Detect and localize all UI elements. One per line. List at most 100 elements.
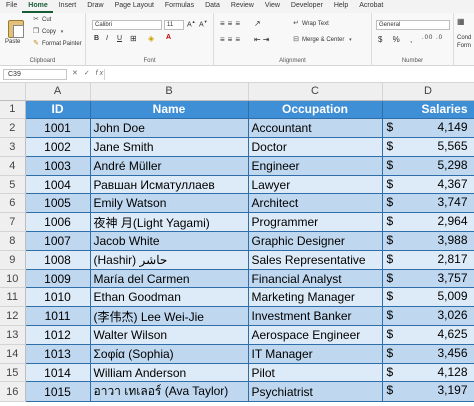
cell-salary[interactable]: $5,298 [381, 155, 474, 176]
column-header-b[interactable]: B [90, 83, 249, 101]
cell-occupation[interactable]: Marketing Manager [247, 287, 383, 308]
cell-name[interactable]: Jane Smith [89, 137, 249, 157]
row-number[interactable]: 2 [0, 118, 26, 139]
cell-id[interactable]: 1003 [24, 155, 91, 176]
copy-button[interactable]: ❐ Copy ▾ [32, 28, 66, 36]
cell-occupation[interactable]: IT Manager [247, 343, 383, 364]
cell-id[interactable]: 1011 [24, 306, 91, 327]
cell-name[interactable]: (李伟杰) Lee Wei-Jie [89, 306, 249, 327]
column-header-c[interactable]: C [248, 83, 383, 101]
conditional-formatting-label[interactable]: Cond [457, 35, 471, 41]
cell-salary[interactable]: $4,625 [381, 325, 474, 345]
cell-occupation[interactable]: Accountant [247, 118, 383, 139]
row-number[interactable]: 7 [0, 212, 26, 233]
row-number[interactable]: 15 [0, 363, 26, 383]
increase-font-icon[interactable]: A▲ [187, 19, 196, 28]
underline-button[interactable]: U [117, 35, 122, 42]
menu-item-home[interactable]: Home [22, 0, 53, 13]
cell-name[interactable]: Walter Wilson [89, 325, 249, 345]
name-box[interactable]: C39 [3, 69, 67, 80]
wrap-text-button[interactable]: ↵ Wrap Text [292, 20, 329, 28]
cell-id[interactable]: 1012 [24, 325, 91, 345]
cell-occupation[interactable]: Sales Representative [247, 249, 383, 270]
select-all-corner[interactable] [0, 83, 26, 101]
cell-id[interactable]: 1009 [24, 268, 91, 289]
merge-center-button[interactable]: ⊟ Merge & Center ▾ [292, 36, 354, 44]
row-number[interactable]: 10 [0, 269, 26, 289]
fill-color-icon[interactable]: ◈ [148, 34, 154, 43]
menu-item-view[interactable]: View [259, 0, 285, 13]
cell-id[interactable]: 1006 [24, 212, 91, 233]
menu-item-help[interactable]: Help [328, 0, 353, 13]
cell-salary[interactable]: $3,757 [381, 268, 474, 289]
cell-id[interactable]: 1008 [24, 249, 91, 270]
menu-item-acrobat[interactable]: Acrobat [353, 0, 388, 13]
cell-name[interactable]: Jacob White [89, 231, 249, 251]
row-number[interactable]: 4 [0, 156, 26, 176]
cell-name[interactable]: อาวา เทเลอร์ (Ava Taylor) [89, 381, 249, 403]
cell-salary[interactable]: $3,456 [381, 343, 474, 364]
enter-icon[interactable]: ✓ [84, 70, 92, 77]
cell-salary[interactable]: $2,964 [381, 212, 474, 233]
horizontal-align-icons[interactable]: ≡≡≡ [220, 35, 243, 44]
row-number[interactable]: 5 [0, 175, 26, 195]
cell-salary[interactable]: $3,747 [381, 193, 474, 214]
cell-occupation[interactable]: Engineer [247, 155, 383, 176]
row-number[interactable]: 11 [0, 287, 26, 308]
bold-button[interactable]: B [94, 35, 99, 42]
cell-salary[interactable]: $5,009 [381, 287, 474, 308]
cell-salary[interactable]: $4,149 [381, 118, 474, 139]
menu-item-data[interactable]: Data [199, 0, 225, 13]
cell-name[interactable]: (Hashir) حاشر [89, 249, 249, 270]
cell-id[interactable]: 1002 [24, 137, 91, 157]
format-painter-button[interactable]: ✎ Format Painter [32, 40, 82, 48]
cell-id[interactable]: 1013 [24, 343, 91, 364]
formula-input[interactable] [104, 69, 472, 80]
row-number[interactable]: 3 [0, 137, 26, 157]
indent-icons[interactable]: ⇤⇥ [254, 35, 271, 44]
borders-icon[interactable]: ⊞ [130, 34, 137, 43]
orientation-icon[interactable]: ↗ [254, 19, 261, 28]
font-name-select[interactable]: Calibri [92, 20, 162, 30]
cell-salary[interactable]: $4,367 [381, 174, 474, 195]
row-number[interactable]: 12 [0, 306, 26, 327]
cell-salary[interactable]: $3,988 [381, 231, 474, 251]
menu-item-file[interactable]: File [0, 0, 22, 13]
cell-occupation[interactable]: Investment Banker [247, 306, 383, 327]
cell-name[interactable]: María del Carmen [89, 268, 249, 289]
row-number[interactable]: 13 [0, 325, 26, 345]
row-number[interactable]: 9 [0, 250, 26, 270]
menu-item-developer[interactable]: Developer [285, 0, 328, 13]
cell-salary[interactable]: $3,026 [381, 306, 474, 327]
header-cell-id[interactable]: ID [24, 99, 91, 120]
cell-id[interactable]: 1015 [24, 381, 91, 403]
cell-name[interactable]: Emily Watson [89, 193, 249, 214]
number-format-icons[interactable]: $ % , [378, 35, 416, 44]
row-number[interactable]: 1 [0, 100, 26, 120]
cell-id[interactable]: 1014 [24, 362, 91, 383]
cell-salary[interactable]: $4,128 [381, 362, 474, 383]
cell-id[interactable]: 1001 [24, 118, 91, 139]
decrease-font-icon[interactable]: A▼ [199, 19, 208, 28]
cell-name[interactable]: 夜神 月(Light Yagami) [89, 212, 249, 233]
cell-occupation[interactable]: Programmer [247, 212, 383, 233]
conditional-formatting-icon[interactable]: ▦ [457, 17, 465, 26]
header-cell-occupation[interactable]: Occupation [247, 99, 383, 120]
cell-occupation[interactable]: Graphic Designer [247, 231, 383, 251]
column-header-a[interactable]: A [25, 83, 91, 101]
cell-id[interactable]: 1010 [24, 287, 91, 308]
font-color-icon[interactable]: A [166, 34, 171, 41]
number-format-select[interactable]: General [376, 20, 450, 30]
menu-item-draw[interactable]: Draw [81, 0, 108, 13]
cell-name[interactable]: William Anderson [89, 362, 249, 383]
cut-button[interactable]: ✂ Cut [32, 16, 51, 24]
cell-name[interactable]: André Müller [89, 155, 249, 176]
cell-name[interactable]: Ethan Goodman [89, 287, 249, 308]
cell-occupation[interactable]: Architect [247, 193, 383, 214]
vertical-align-icons[interactable]: ≡≡≡ [220, 19, 243, 28]
header-cell-name[interactable]: Name [89, 99, 249, 120]
cell-occupation[interactable]: Lawyer [247, 174, 383, 195]
italic-button[interactable]: I [106, 35, 108, 42]
cell-occupation[interactable]: Psychiatrist [247, 381, 383, 403]
cell-salary[interactable]: $3,197 [381, 381, 474, 403]
